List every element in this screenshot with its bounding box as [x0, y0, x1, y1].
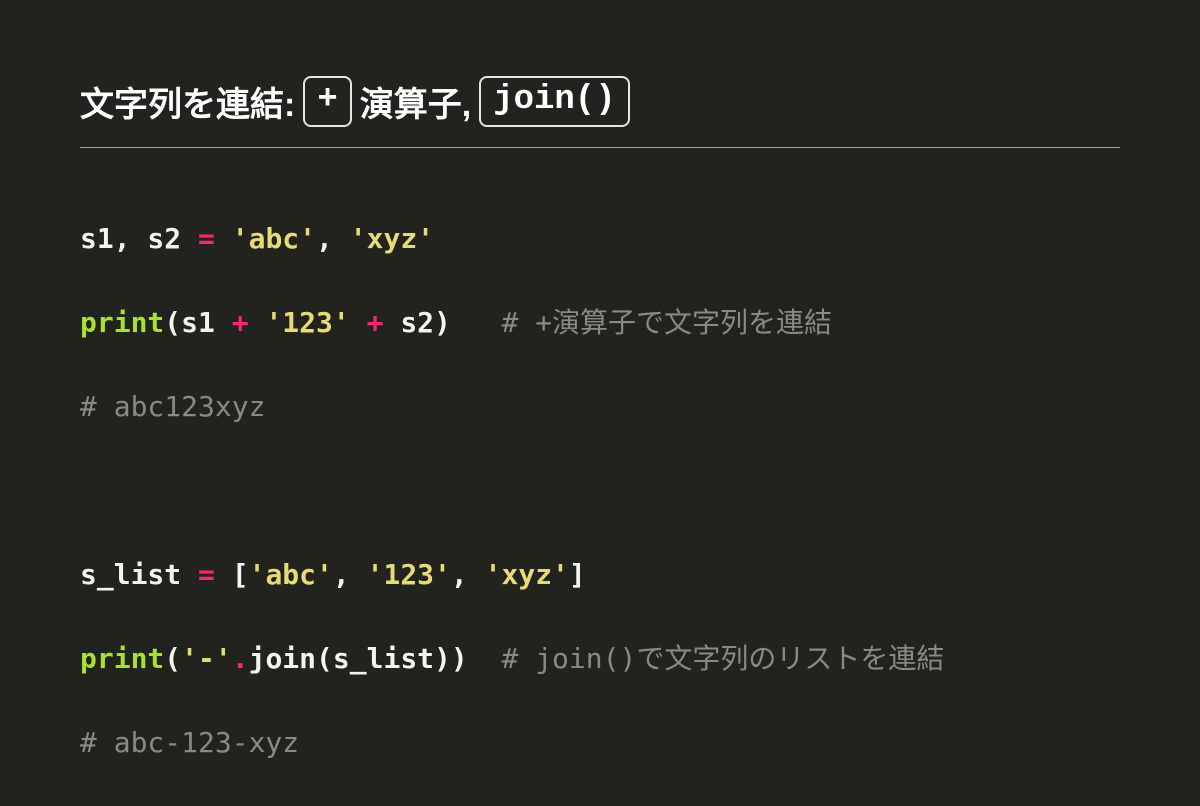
tok-string: 'xyz'	[350, 222, 434, 255]
tok-comma: ,	[451, 558, 485, 591]
heading-text-1: 文字列を連結:	[80, 77, 295, 126]
heading-text-2: 演算子,	[360, 77, 471, 126]
tok-comment: # join()で文字列のリストを連結	[501, 642, 944, 675]
tok-space	[249, 306, 266, 339]
tok-paren: (	[316, 642, 333, 675]
tok-string: 'abc'	[249, 558, 333, 591]
tok-space	[383, 306, 400, 339]
tok-bracket: ]	[569, 558, 586, 591]
tok-identifier: s2	[400, 306, 434, 339]
tok-paren: (	[164, 306, 181, 339]
code-line-1: s1, s2 = 'abc', 'xyz'	[80, 218, 1120, 260]
tok-dot: .	[232, 642, 249, 675]
tok-string: 'xyz'	[485, 558, 569, 591]
code-line-blank	[80, 470, 1120, 512]
code-line-6: print('-'.join(s_list)) # join()で文字列のリスト…	[80, 638, 1120, 680]
tok-equals: =	[198, 558, 215, 591]
code-line-7: # abc-123-xyz	[80, 722, 1120, 764]
tok-bracket: [	[232, 558, 249, 591]
tok-string: 'abc'	[232, 222, 316, 255]
tok-comma: ,	[333, 558, 367, 591]
tok-comment: # abc123xyz	[80, 390, 265, 423]
tok-identifier: s1	[181, 306, 232, 339]
heading-code-plus: +	[303, 76, 351, 127]
tok-paren: )	[451, 642, 468, 675]
tok-comma: ,	[316, 222, 350, 255]
tok-identifier: s_list	[80, 558, 198, 591]
tok-string: '123'	[265, 306, 349, 339]
tok-paren: )	[434, 306, 451, 339]
tok-space	[215, 558, 232, 591]
tok-space	[451, 306, 502, 339]
tok-method: join	[249, 642, 316, 675]
tok-plus: +	[367, 306, 384, 339]
tok-paren: (	[164, 642, 181, 675]
tok-string: '123'	[367, 558, 451, 591]
tok-identifier: s_list	[333, 642, 434, 675]
tok-function: print	[80, 306, 164, 339]
code-line-3: # abc123xyz	[80, 386, 1120, 428]
tok-string: '-'	[181, 642, 232, 675]
tok-space	[215, 222, 232, 255]
tok-paren: )	[434, 642, 451, 675]
section-heading: 文字列を連結: + 演算子, join()	[80, 76, 1120, 148]
tok-function: print	[80, 642, 164, 675]
tok-space	[468, 642, 502, 675]
tok-equals: =	[198, 222, 215, 255]
code-line-5: s_list = ['abc', '123', 'xyz']	[80, 554, 1120, 596]
tok-comment: # abc-123-xyz	[80, 726, 299, 759]
tok-plus: +	[232, 306, 249, 339]
tok-space	[350, 306, 367, 339]
tok-comment: # +演算子で文字列を連結	[501, 306, 832, 339]
tok-identifiers: s1, s2	[80, 222, 198, 255]
code-block: s1, s2 = 'abc', 'xyz' print(s1 + '123' +…	[80, 176, 1120, 806]
code-line-2: print(s1 + '123' + s2) # +演算子で文字列を連結	[80, 302, 1120, 344]
heading-code-join: join()	[479, 76, 629, 127]
